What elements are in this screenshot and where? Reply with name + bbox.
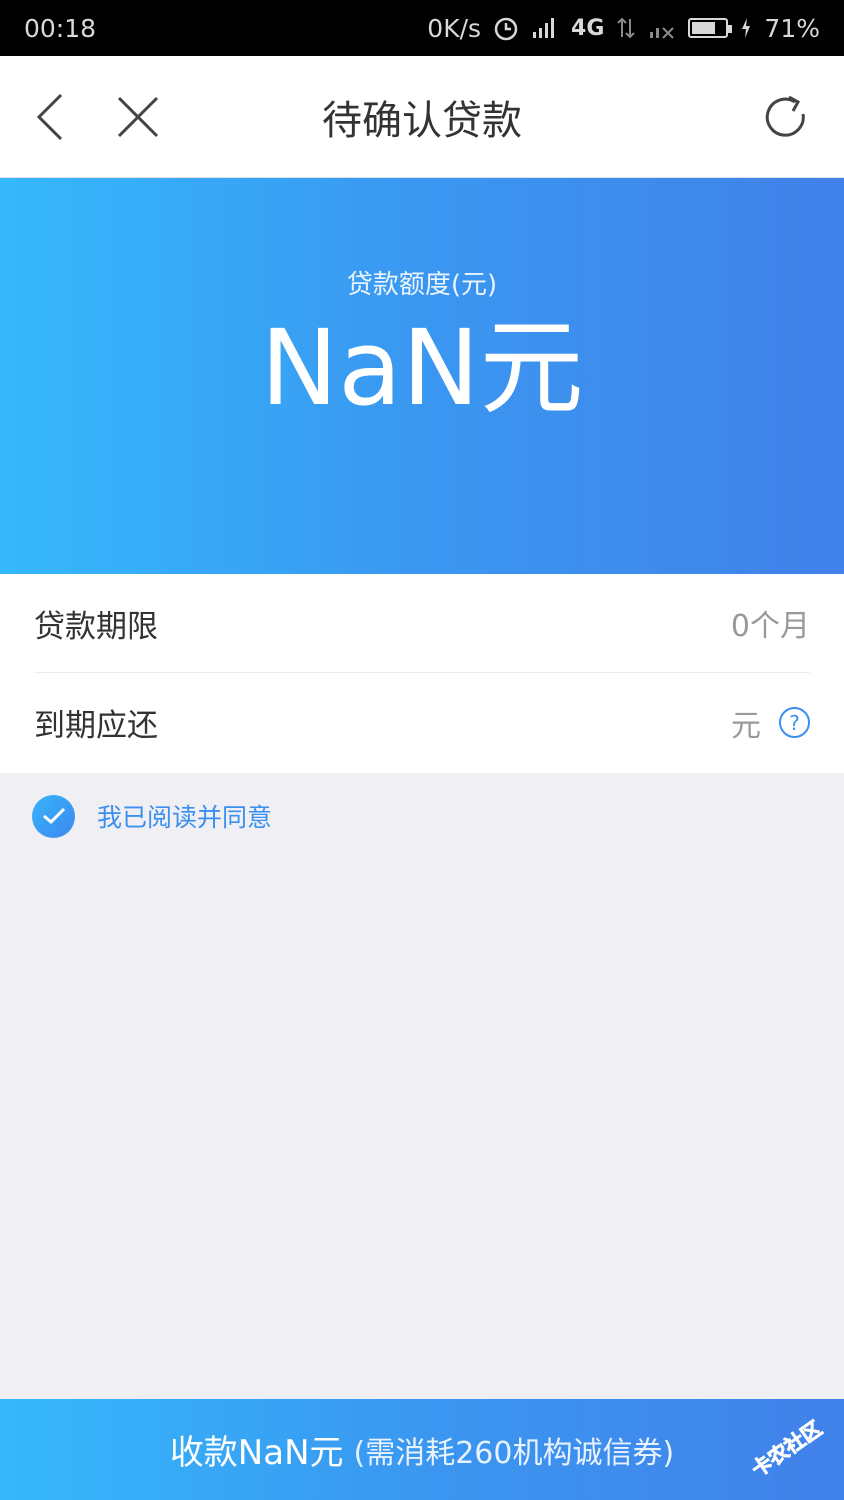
loan-term-row: 贷款期限 0个月 <box>34 574 810 673</box>
agreement-checkbox[interactable]: 我已阅读并同意 <box>32 794 272 838</box>
status-bar: 00:18 0K/s 4G 71% <box>0 0 844 56</box>
close-button[interactable] <box>108 56 168 178</box>
loan-details: 贷款期限 0个月 到期应还 元 ? <box>0 574 844 773</box>
loan-term-value: 0个月 <box>730 609 810 644</box>
close-icon <box>117 96 159 138</box>
back-button[interactable] <box>20 56 80 178</box>
alarm-icon <box>493 15 519 41</box>
status-icons: 0K/s 4G 71% <box>427 14 820 43</box>
loan-amount-value: NaN元 <box>260 307 584 429</box>
charging-icon <box>740 16 752 40</box>
network-speed: 0K/s <box>427 13 482 43</box>
help-icon[interactable]: ? <box>779 707 810 738</box>
due-amount-row: 到期应还 元 ? <box>34 673 810 772</box>
back-arrow-icon <box>36 93 63 141</box>
due-amount-label: 到期应还 <box>34 708 158 744</box>
refresh-button[interactable] <box>756 56 816 178</box>
data-transfer-icon <box>616 15 636 41</box>
loan-amount-banner: 贷款额度(元) NaN元 <box>0 178 844 574</box>
signal-no-sim-icon <box>648 16 676 40</box>
nav-bar: 待确认贷款 <box>0 56 844 178</box>
battery-percent: 71% <box>764 13 820 43</box>
receive-loan-label: 收款NaN元 <box>169 1433 344 1473</box>
signal-icon <box>531 16 559 40</box>
loan-amount-label: 贷款额度(元) <box>346 270 498 300</box>
loan-term-label: 贷款期限 <box>34 608 158 645</box>
refresh-icon <box>765 95 805 137</box>
due-amount-value: 元 <box>731 708 761 744</box>
status-time: 00:18 <box>24 13 97 43</box>
checkmark-icon <box>32 794 75 838</box>
due-amount-value-group: 元 ? <box>731 701 810 745</box>
agreement-text: 我已阅读并同意 <box>97 803 273 832</box>
battery-icon <box>688 18 733 38</box>
receive-loan-button[interactable]: 收款NaN元 (需消耗260机构诚信券) <box>0 1399 844 1500</box>
receive-loan-cost-note: (需消耗260机构诚信券) <box>353 1435 675 1471</box>
network-type: 4G <box>571 15 605 41</box>
